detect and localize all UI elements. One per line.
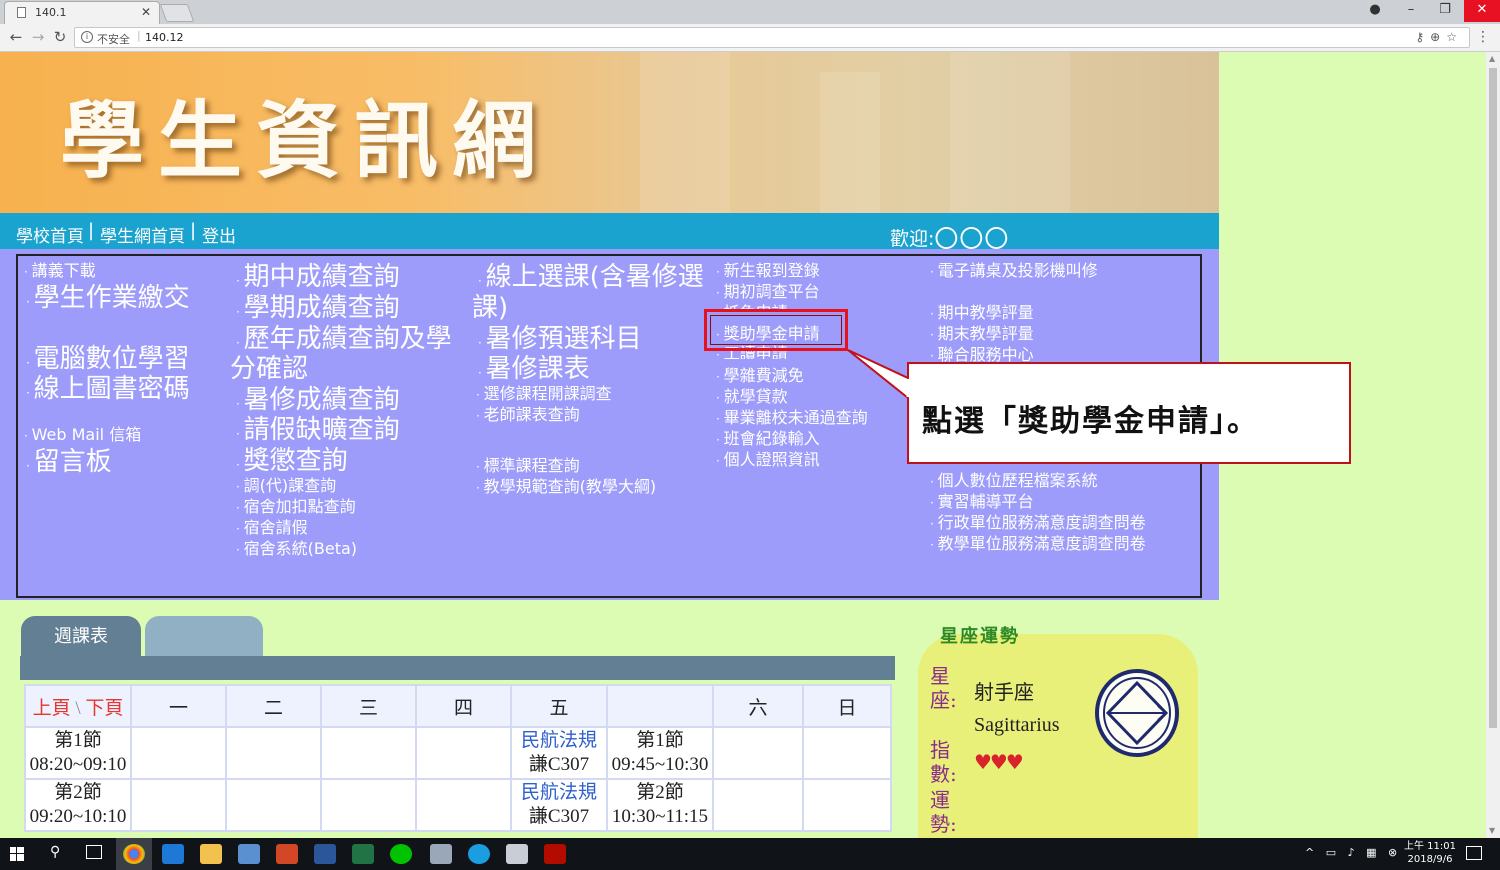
network-app-icon[interactable]: [430, 844, 452, 864]
clock-time: 上午 11:01: [1404, 841, 1456, 852]
taskbar-clock[interactable]: 上午 11:01 2018/9/6: [1404, 840, 1456, 866]
index-label: 指數:: [930, 738, 957, 786]
schedule-cell: [225, 726, 322, 780]
period-cell: 第1節 08:20~09:10: [24, 726, 132, 780]
period-cell-2: 第1節 09:45~10:30: [606, 726, 714, 780]
course-room: 謙C307: [528, 806, 590, 827]
schedule-cell: [802, 778, 892, 832]
schedule-cell: [225, 778, 322, 832]
schedule-cell: [320, 726, 417, 780]
schedule-cell: [712, 778, 804, 832]
schedule-cell: [712, 726, 804, 780]
pager-separator: \: [70, 697, 86, 719]
day-header: [606, 684, 714, 728]
horoscope-card: 星座: 射手座 Sagittarius 指數: ♥♥♥ 運勢:: [918, 634, 1198, 844]
course-cell[interactable]: 民航法規謙C307: [510, 778, 608, 832]
period-time: 10:30~11:15: [611, 806, 709, 827]
course-name[interactable]: 民航法規: [521, 730, 597, 751]
scrollbar-thumb[interactable]: [1489, 68, 1497, 728]
line-icon[interactable]: [390, 844, 412, 864]
day-header: 四: [415, 684, 512, 728]
period-label: 第2節: [636, 782, 684, 803]
period-time: 09:20~10:10: [29, 806, 127, 827]
schedule-header-bar: [20, 656, 895, 680]
tab-secondary[interactable]: [145, 616, 263, 656]
course-cell[interactable]: 民航法規謙C307: [510, 726, 608, 780]
word-icon[interactable]: [314, 844, 336, 864]
day-header: 六: [712, 684, 804, 728]
day-header: 二: [225, 684, 322, 728]
callout-text: 點選「獎助學金申請」。: [922, 404, 1259, 439]
schedule-cell: [320, 778, 417, 832]
scroll-down-icon[interactable]: ▼: [1489, 826, 1495, 835]
pager-cell: 上頁 \ 下頁: [24, 684, 132, 728]
tab-weekly-schedule[interactable]: 週課表: [21, 616, 141, 656]
windows-taskbar: ⚲ ^ ▭ ♪ ▦ ⊗ 上午 11:01 2018/9/6: [0, 838, 1500, 870]
page-scrollbar[interactable]: ▲ ▼: [1486, 52, 1500, 838]
schedule-cell: [130, 726, 227, 780]
schedule-cell: [415, 778, 512, 832]
remote-desktop-icon[interactable]: [238, 844, 260, 864]
luck-label: 運勢:: [930, 788, 957, 836]
prev-page-link[interactable]: 上頁: [33, 698, 71, 719]
schedule-cell: [415, 726, 512, 780]
period-cell-2: 第2節 10:30~11:15: [606, 778, 714, 832]
sign-label: 星座:: [930, 664, 957, 712]
day-header: 三: [320, 684, 417, 728]
edge-icon[interactable]: [162, 844, 184, 864]
period-label: 第1節: [636, 730, 684, 751]
period-label: 第2節: [54, 782, 102, 803]
table-row: 第1節 08:20~09:10 民航法規謙C307 第1節 09:45~10:30: [24, 726, 892, 780]
graduation-app-icon[interactable]: [506, 844, 528, 864]
period-label: 第1節: [54, 730, 102, 751]
period-time: 08:20~09:10: [29, 754, 127, 775]
schedule-cell: [130, 778, 227, 832]
weekly-schedule-table: 上頁 \ 下頁 一 二 三 四 五 六 日 第1節 08:20~09:10 民航法…: [24, 684, 892, 832]
internet-explorer-icon[interactable]: [468, 844, 490, 864]
horoscope-title: 星座運勢: [940, 626, 1020, 647]
clock-date: 2018/9/6: [1407, 854, 1453, 865]
system-tray-icons[interactable]: ^ ▭ ♪ ▦ ⊗: [1305, 846, 1401, 859]
day-header: 五: [510, 684, 608, 728]
course-room: 謙C307: [528, 754, 590, 775]
heart-rating-icons: ♥♥♥: [974, 750, 1024, 774]
period-cell: 第2節 09:20~10:10: [24, 778, 132, 832]
acrobat-icon[interactable]: [544, 844, 566, 864]
sign-name-zh: 射手座: [974, 682, 1034, 704]
course-name[interactable]: 民航法規: [521, 782, 597, 803]
search-icon[interactable]: ⚲: [50, 844, 60, 860]
table-row: 第2節 09:20~10:10 民航法規謙C307 第2節 10:30~11:15: [24, 778, 892, 832]
start-menu-icon[interactable]: [10, 847, 24, 861]
scroll-up-icon[interactable]: ▲: [1489, 54, 1495, 63]
task-view-icon[interactable]: [86, 845, 102, 859]
chrome-icon[interactable]: [123, 844, 145, 864]
sagittarius-icon: [1095, 669, 1179, 757]
schedule-cell: [802, 726, 892, 780]
day-header: 日: [802, 684, 892, 728]
table-header-row: 上頁 \ 下頁 一 二 三 四 五 六 日: [24, 684, 892, 728]
file-explorer-icon[interactable]: [200, 844, 222, 864]
day-header: 一: [130, 684, 227, 728]
sign-name-en: Sagittarius: [974, 714, 1060, 736]
notification-icon[interactable]: [1466, 846, 1482, 860]
period-time: 09:45~10:30: [611, 754, 709, 775]
powerpoint-icon[interactable]: [276, 844, 298, 864]
excel-icon[interactable]: [352, 844, 374, 864]
next-page-link[interactable]: 下頁: [85, 698, 123, 719]
